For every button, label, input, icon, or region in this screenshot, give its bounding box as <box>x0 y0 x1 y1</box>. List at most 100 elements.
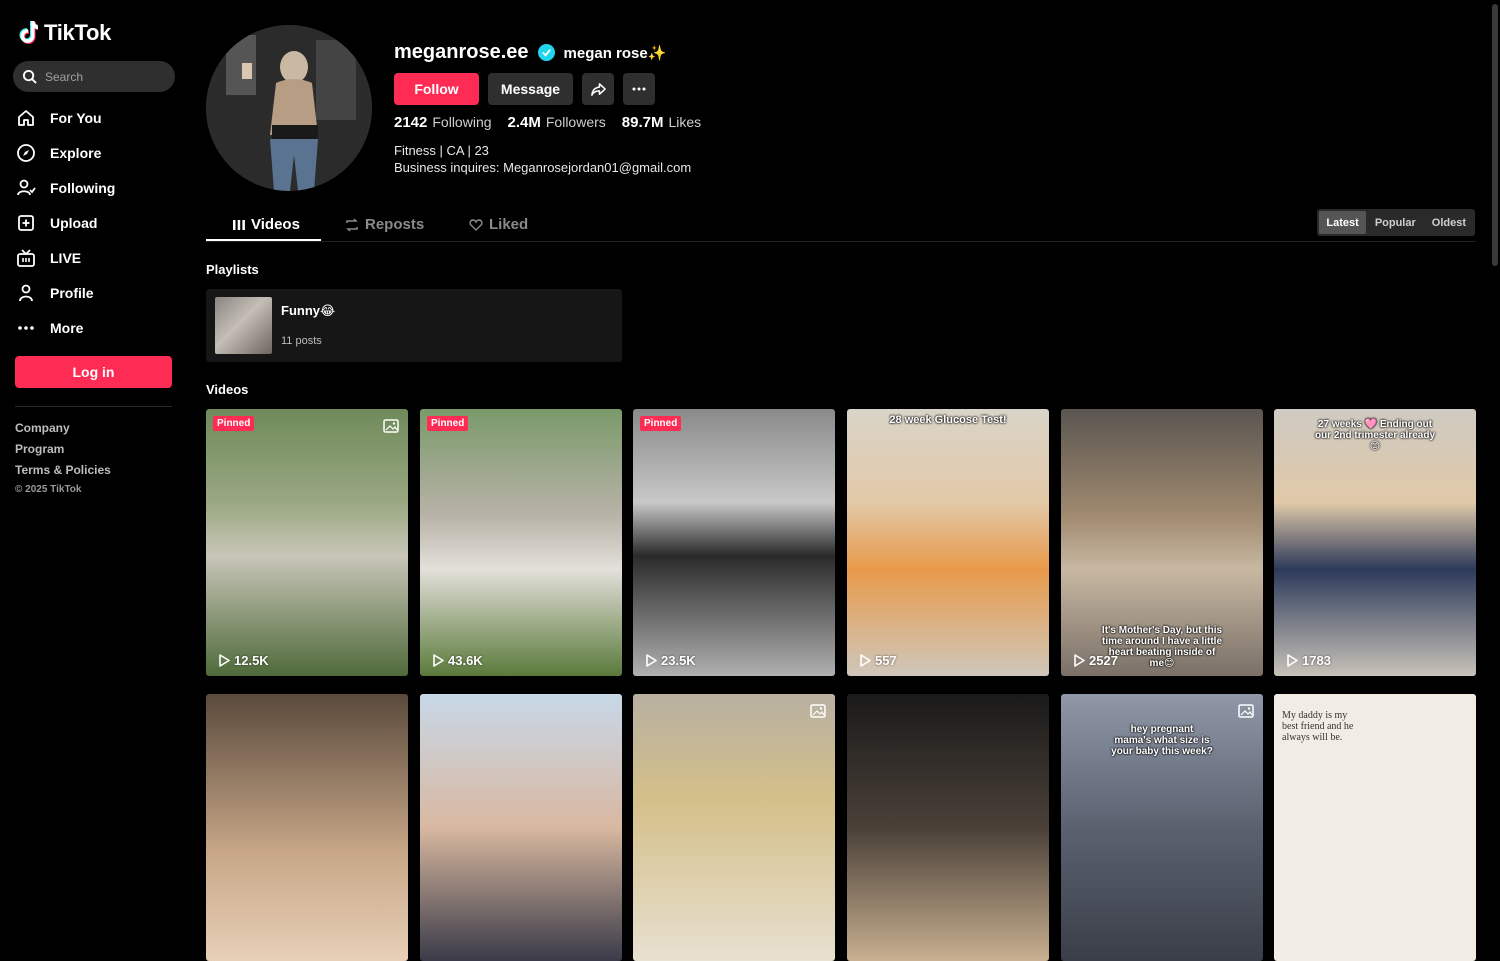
sidebar-item-label: For You <box>50 109 102 126</box>
tab-active-indicator <box>206 239 321 241</box>
sort-popular-button[interactable]: Popular <box>1368 211 1423 234</box>
sidebar-divider <box>15 406 172 407</box>
play-icon <box>860 654 871 667</box>
photo-carousel-icon <box>810 704 826 718</box>
upload-icon <box>16 213 36 233</box>
view-count-text: 2527 <box>1089 653 1118 668</box>
stat-following[interactable]: 2142 Following <box>394 114 492 132</box>
stat-likes: 89.7M Likes <box>622 114 701 132</box>
play-icon <box>1074 654 1085 667</box>
sort-latest-button[interactable]: Latest <box>1319 211 1366 234</box>
footer-link-program[interactable]: Program <box>15 441 111 462</box>
bio-line: Business inquires: Meganrosejordan01@gma… <box>394 160 692 175</box>
play-icon <box>1287 654 1298 667</box>
share-icon <box>590 82 606 96</box>
video-card[interactable]: 27 weeks 🩷 Ending out our 2nd trimester … <box>1274 409 1476 676</box>
sidebar-item-label: LIVE <box>50 249 82 266</box>
video-card[interactable] <box>633 694 835 961</box>
follow-button[interactable]: Follow <box>394 73 479 105</box>
video-card[interactable] <box>847 694 1049 961</box>
playlist-title: Funny😂 <box>281 303 336 318</box>
tab-liked[interactable]: Liked <box>469 207 528 242</box>
sidebar: TikTok For You Explore Following Upload … <box>0 0 188 756</box>
video-card[interactable] <box>420 694 622 961</box>
view-count: 557 <box>859 653 897 668</box>
more-options-button[interactable] <box>623 73 655 105</box>
nickname: megan rose✨ <box>563 44 667 62</box>
sidebar-item-explore[interactable]: Explore <box>16 135 176 170</box>
login-button[interactable]: Log in <box>15 356 172 388</box>
sidebar-item-upload[interactable]: Upload <box>16 205 176 240</box>
username: meganrose.ee <box>394 41 529 63</box>
search-input[interactable] <box>45 69 165 84</box>
more-icon <box>16 318 36 338</box>
playlist-count: 11 posts <box>281 335 322 347</box>
share-button[interactable] <box>582 73 614 105</box>
view-count-text: 12.5K <box>234 653 269 668</box>
profile-tabs: Videos Reposts Liked <box>206 207 1476 242</box>
pinned-badge: Pinned <box>640 416 682 431</box>
video-card[interactable]: Pinned 23.5K <box>633 409 835 676</box>
grid-icon <box>233 219 245 230</box>
sidebar-item-label: More <box>50 319 84 336</box>
video-card[interactable]: hey pregnant mama's what size is your ba… <box>1061 694 1263 961</box>
sidebar-item-more[interactable]: More <box>16 310 176 345</box>
sidebar-item-label: Profile <box>50 284 94 301</box>
compass-icon <box>16 143 36 163</box>
footer-links: Company Program Terms & Policies © 2025 … <box>15 420 111 495</box>
avatar[interactable] <box>206 25 372 191</box>
tab-reposts[interactable]: Reposts <box>345 207 424 242</box>
sidebar-nav: For You Explore Following Upload LIVE Pr… <box>16 100 176 345</box>
sidebar-item-label: Following <box>50 179 116 196</box>
username-row: meganrose.ee megan rose✨ <box>394 41 666 64</box>
logo-text: TikTok <box>44 20 112 45</box>
sidebar-item-for-you[interactable]: For You <box>16 100 176 135</box>
video-card[interactable]: Pinned 43.6K <box>420 409 622 676</box>
page-scrollbar[interactable] <box>1492 4 1498 266</box>
stat-value: 2142 <box>394 114 428 131</box>
home-icon <box>16 108 36 128</box>
bio-line: Fitness | CA | 23 <box>394 143 489 158</box>
view-count: 43.6K <box>432 653 483 668</box>
sidebar-item-live[interactable]: LIVE <box>16 240 176 275</box>
play-icon <box>219 654 230 667</box>
tab-label: Videos <box>251 216 300 233</box>
photo-carousel-icon <box>383 419 399 433</box>
verified-badge-icon <box>537 44 555 61</box>
pinned-badge: Pinned <box>213 416 255 431</box>
photo-carousel-icon <box>1238 704 1254 718</box>
search-bar[interactable] <box>13 61 175 92</box>
footer-link-company[interactable]: Company <box>15 420 111 441</box>
ellipsis-icon <box>632 87 646 91</box>
live-icon <box>16 248 36 268</box>
profile-bio: Fitness | CA | 23 Business inquires: Meg… <box>394 142 691 176</box>
view-count: 1783 <box>1286 653 1331 668</box>
sort-toggle: Latest Popular Oldest <box>1317 209 1475 236</box>
profile-actions: Follow Message <box>394 73 655 105</box>
video-caption-overlay: My daddy is my best friend and he always… <box>1282 710 1354 743</box>
sidebar-item-following[interactable]: Following <box>16 170 176 205</box>
sidebar-item-profile[interactable]: Profile <box>16 275 176 310</box>
message-button[interactable]: Message <box>488 73 573 105</box>
profile-stats: 2142 Following 2.4M Followers 89.7M Likes <box>394 114 701 132</box>
video-card[interactable] <box>206 694 408 961</box>
tab-videos[interactable]: Videos <box>233 207 300 242</box>
stat-followers[interactable]: 2.4M Followers <box>508 114 606 132</box>
videos-heading: Videos <box>206 382 249 397</box>
profile-icon <box>16 283 36 303</box>
stat-value: 89.7M <box>621 114 664 131</box>
profile-main: meganrose.ee megan rose✨ Follow Message … <box>206 0 1476 961</box>
logo[interactable]: TikTok <box>18 20 111 46</box>
stat-value: 2.4M <box>507 114 541 131</box>
search-icon <box>22 69 37 84</box>
play-icon <box>433 654 444 667</box>
video-card[interactable]: Pinned 12.5K <box>206 409 408 676</box>
stat-label: Likes <box>668 114 702 130</box>
footer-link-terms[interactable]: Terms & Policies <box>15 462 111 483</box>
playlist-card[interactable]: Funny😂 11 posts <box>206 289 622 362</box>
sort-oldest-button[interactable]: Oldest <box>1425 211 1473 234</box>
video-card[interactable]: It's Mother's Day, but this time around … <box>1061 409 1263 676</box>
tiktok-logo-icon <box>19 21 38 44</box>
video-card[interactable]: 28 week Glucose Test! 557 <box>847 409 1049 676</box>
video-card[interactable]: My daddy is my best friend and he always… <box>1274 694 1476 961</box>
